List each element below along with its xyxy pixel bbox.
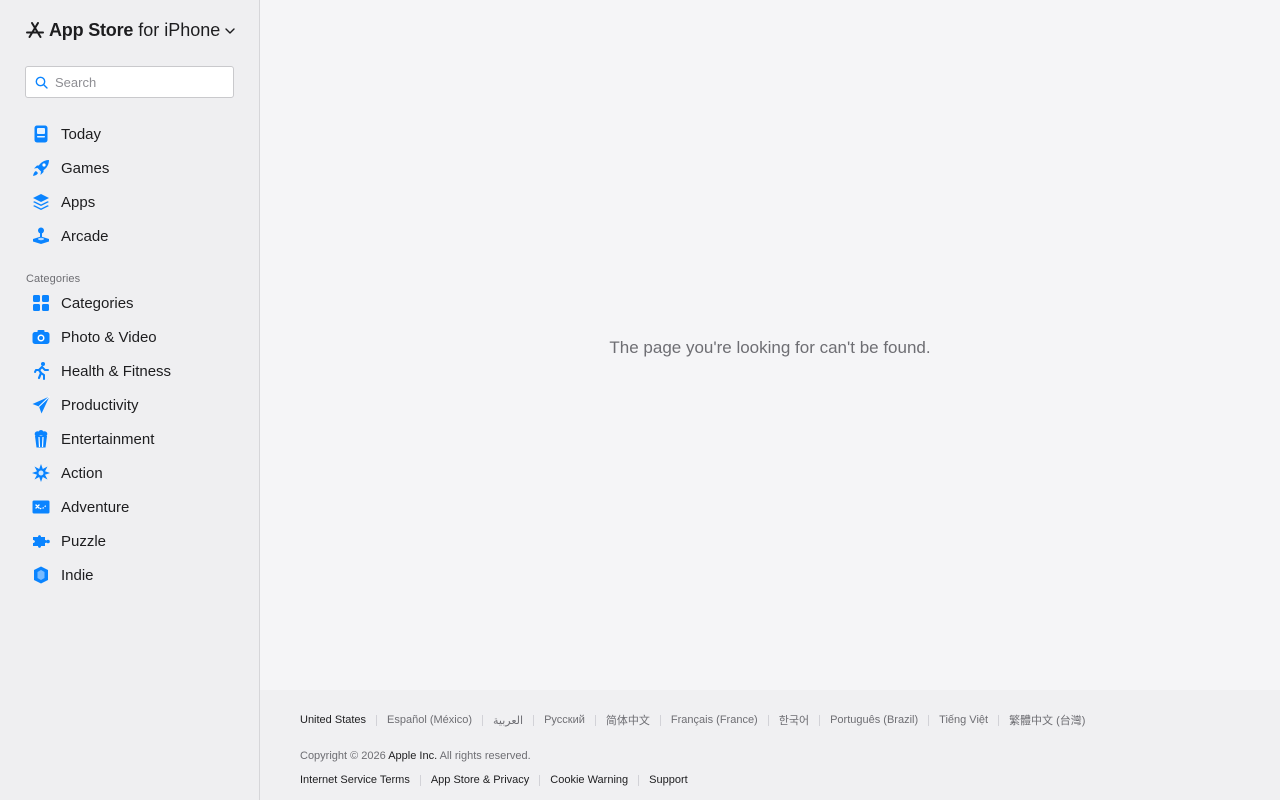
burst-icon <box>32 464 50 482</box>
camera-icon <box>32 330 50 344</box>
language-link[interactable]: Português (Brazil) <box>830 714 918 726</box>
language-link[interactable]: United States <box>300 714 366 726</box>
nav-item-label: Entertainment <box>61 430 155 448</box>
rocket-icon <box>33 160 49 176</box>
company-name: Apple Inc. <box>388 750 438 762</box>
paper-plane-icon <box>32 396 50 414</box>
nav-item-health-fitness[interactable]: Health & Fitness <box>25 354 245 388</box>
sidebar: App Store for iPhone Today <box>0 0 260 800</box>
language-link[interactable]: 繁體中文 (台灣) <box>1009 712 1085 728</box>
puzzle-piece-icon <box>33 535 50 548</box>
cookie-warning-link[interactable]: Cookie Warning <box>550 774 628 786</box>
nav-item-label: Adventure <box>61 498 130 516</box>
running-figure-icon <box>34 362 49 380</box>
language-link[interactable]: Tiếng Việt <box>939 714 988 726</box>
nav-item-label: Today <box>61 125 102 143</box>
nav-item-label: Puzzle <box>61 532 107 550</box>
divider <box>767 714 769 726</box>
main-content: The page you're looking for can't be fou… <box>260 0 1280 800</box>
joystick-icon <box>33 227 49 244</box>
nav-item-label: Arcade <box>61 227 109 245</box>
divider <box>533 714 535 726</box>
language-link[interactable]: Español (México) <box>387 714 472 726</box>
nav-item-apps[interactable]: Apps <box>25 185 245 219</box>
legal-links: Internet Service Terms App Store & Priva… <box>300 774 688 786</box>
divider <box>594 714 596 726</box>
nav-item-label: Categories <box>61 294 134 312</box>
search-box <box>25 66 234 98</box>
app-store-platform-selector[interactable]: App Store for iPhone <box>25 18 236 42</box>
app-store-logo-icon <box>26 22 44 38</box>
divider <box>539 774 541 786</box>
nav-item-productivity[interactable]: Productivity <box>25 388 245 422</box>
nav-item-label: Games <box>61 159 110 177</box>
platform-label: for iPhone <box>138 19 221 40</box>
chevron-down-icon <box>225 28 235 34</box>
grid-icon <box>33 295 49 311</box>
nav-item-games[interactable]: Games <box>25 151 245 185</box>
footer: United States Español (México) العربية Р… <box>260 690 1280 800</box>
nav-item-today[interactable]: Today <box>25 117 245 151</box>
popcorn-icon <box>34 430 48 448</box>
nav-item-label: Action <box>61 464 103 482</box>
divider <box>659 714 661 726</box>
language-link[interactable]: العربية <box>493 714 523 727</box>
divider <box>419 774 421 786</box>
app-store-privacy-link[interactable]: App Store & Privacy <box>431 774 529 786</box>
nav-item-indie[interactable]: Indie <box>25 558 245 592</box>
copyright-prefix: Copyright © 2026 <box>300 750 386 762</box>
nav-item-adventure[interactable]: Adventure <box>25 490 245 524</box>
divider <box>819 714 821 726</box>
nav-item-label: Photo & Video <box>61 328 157 346</box>
today-icon <box>34 125 48 143</box>
nav-item-label: Productivity <box>61 396 139 414</box>
nav-item-label: Indie <box>61 566 94 584</box>
nav-item-action[interactable]: Action <box>25 456 245 490</box>
app-root: App Store for iPhone Today <box>0 0 1280 800</box>
divider <box>928 714 930 726</box>
divider <box>376 714 378 726</box>
language-link[interactable]: 简体中文 <box>606 712 650 728</box>
nav-item-puzzle[interactable]: Puzzle <box>25 524 245 558</box>
app-store-title: App Store <box>49 19 134 40</box>
divider <box>482 714 484 726</box>
layers-icon <box>33 194 49 210</box>
support-link[interactable]: Support <box>649 774 688 786</box>
divider <box>998 714 1000 726</box>
language-link[interactable]: 한국어 <box>779 712 809 728</box>
language-link[interactable]: Français (France) <box>671 714 758 726</box>
nav-item-entertainment[interactable]: Entertainment <box>25 422 245 456</box>
gem-icon <box>34 566 48 584</box>
language-selector: United States Español (México) العربية Р… <box>300 712 1085 728</box>
nav-item-categories[interactable]: Categories <box>25 286 245 320</box>
nav-item-arcade[interactable]: Arcade <box>25 219 245 253</box>
language-link[interactable]: Русский <box>544 714 585 726</box>
divider <box>638 774 640 786</box>
categories-section-title: Categories <box>26 273 81 285</box>
copyright-suffix: All rights reserved. <box>439 750 531 762</box>
internet-service-terms-link[interactable]: Internet Service Terms <box>300 774 410 786</box>
categories-nav: Categories Photo & Video Health & Fitnes… <box>25 286 245 592</box>
search-input[interactable] <box>55 74 225 90</box>
map-icon <box>32 500 50 514</box>
nav-item-label: Apps <box>61 193 96 211</box>
search-icon <box>35 76 48 89</box>
nav-item-photo-video[interactable]: Photo & Video <box>25 320 245 354</box>
not-found-message: The page you're looking for can't be fou… <box>609 338 931 357</box>
primary-nav: Today Games Apps Arcade <box>25 117 245 253</box>
copyright-notice: Copyright © 2026 Apple Inc. All rights r… <box>300 750 531 762</box>
nav-item-label: Health & Fitness <box>61 362 172 380</box>
